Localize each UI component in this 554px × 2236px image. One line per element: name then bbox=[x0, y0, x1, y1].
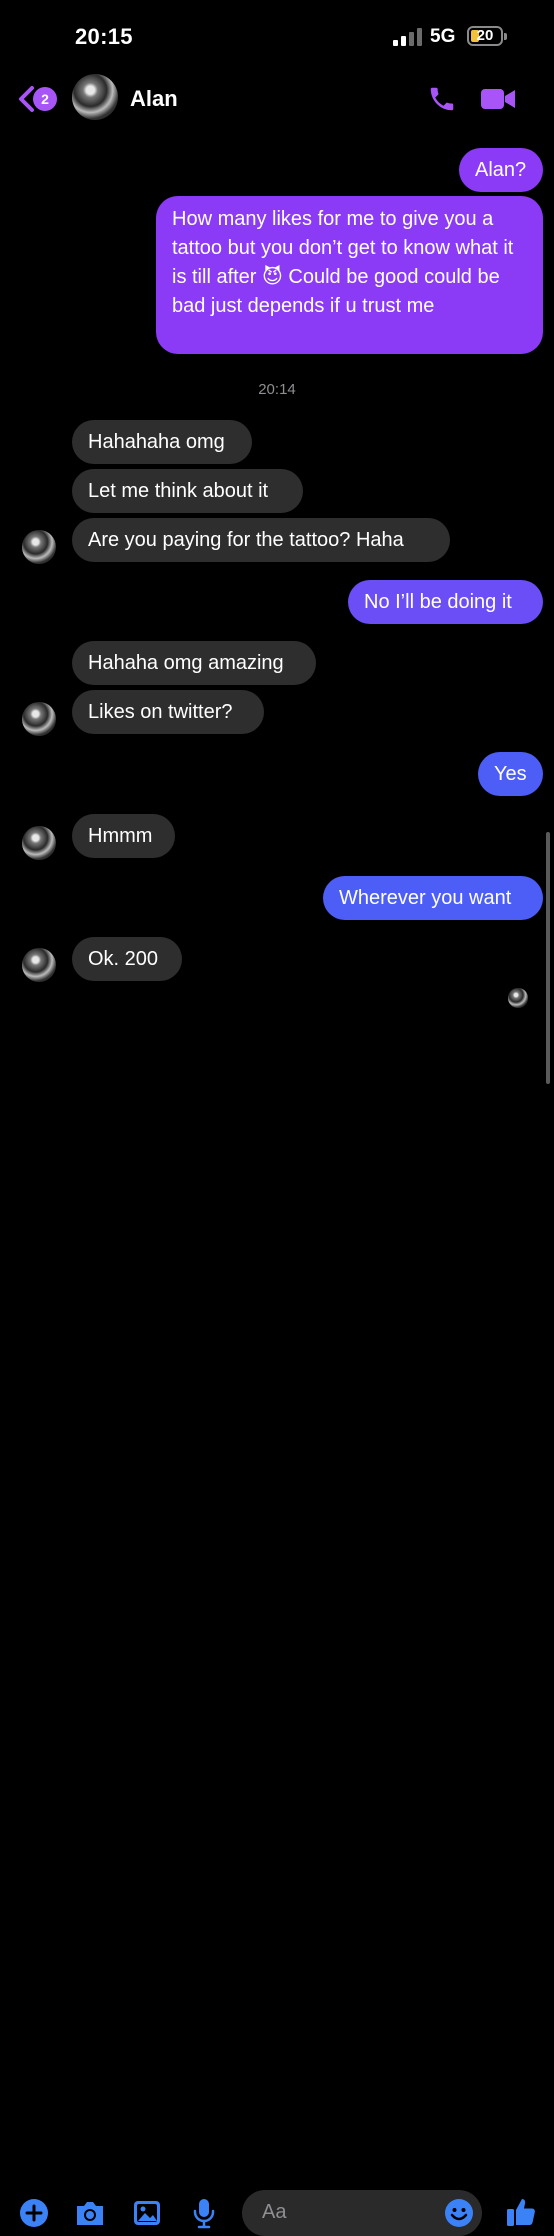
message-incoming[interactable]: Are you paying for the tattoo? Haha bbox=[72, 518, 450, 562]
message-incoming[interactable]: Hmmm bbox=[72, 814, 175, 858]
message-incoming[interactable]: Let me think about it bbox=[72, 469, 303, 513]
sender-avatar[interactable] bbox=[22, 948, 56, 982]
emoji-icon[interactable] bbox=[444, 2198, 474, 2228]
scroll-indicator[interactable] bbox=[546, 832, 550, 1084]
sender-avatar[interactable] bbox=[22, 530, 56, 564]
status-bar: 20:15 5G 20 bbox=[0, 0, 554, 70]
message-outgoing[interactable]: Yes bbox=[478, 752, 543, 796]
battery-tip bbox=[504, 33, 507, 40]
network-type: 5G bbox=[430, 26, 456, 47]
message-outgoing[interactable]: Alan? bbox=[459, 148, 543, 192]
camera-icon[interactable] bbox=[74, 2199, 106, 2227]
message-outgoing[interactable]: How many likes for me to give you a tatt… bbox=[156, 196, 543, 354]
message-incoming[interactable]: Hahaha omg amazing bbox=[72, 641, 316, 685]
message-composer: Aa bbox=[0, 1090, 554, 2236]
sender-avatar[interactable] bbox=[22, 702, 56, 736]
message-outgoing[interactable]: No I’ll be doing it bbox=[348, 580, 543, 624]
phone-icon[interactable] bbox=[427, 84, 457, 114]
message-incoming[interactable]: Ok. 200 bbox=[72, 937, 182, 981]
contact-name[interactable]: Alan bbox=[130, 86, 178, 112]
message-outgoing[interactable]: Wherever you want bbox=[323, 876, 543, 920]
sender-avatar[interactable] bbox=[22, 826, 56, 860]
video-camera-icon[interactable] bbox=[480, 86, 516, 112]
message-timestamp: 20:14 bbox=[258, 381, 296, 398]
battery-icon: 20 bbox=[467, 26, 503, 46]
contact-avatar[interactable] bbox=[72, 74, 118, 120]
image-icon[interactable] bbox=[132, 2199, 162, 2227]
unread-badge[interactable]: 2 bbox=[33, 87, 57, 111]
seen-receipt-avatar bbox=[508, 988, 528, 1008]
message-input-placeholder: Aa bbox=[262, 2201, 287, 2223]
battery-level: 20 bbox=[476, 27, 494, 44]
message-incoming[interactable]: Hahahaha omg bbox=[72, 420, 252, 464]
signal-icon bbox=[393, 28, 427, 46]
plus-icon[interactable] bbox=[19, 2198, 49, 2228]
microphone-icon[interactable] bbox=[192, 2197, 216, 2229]
status-time: 20:15 bbox=[75, 24, 133, 49]
message-incoming[interactable]: Likes on twitter? bbox=[72, 690, 264, 734]
thumbs-up-icon[interactable] bbox=[505, 2196, 537, 2228]
